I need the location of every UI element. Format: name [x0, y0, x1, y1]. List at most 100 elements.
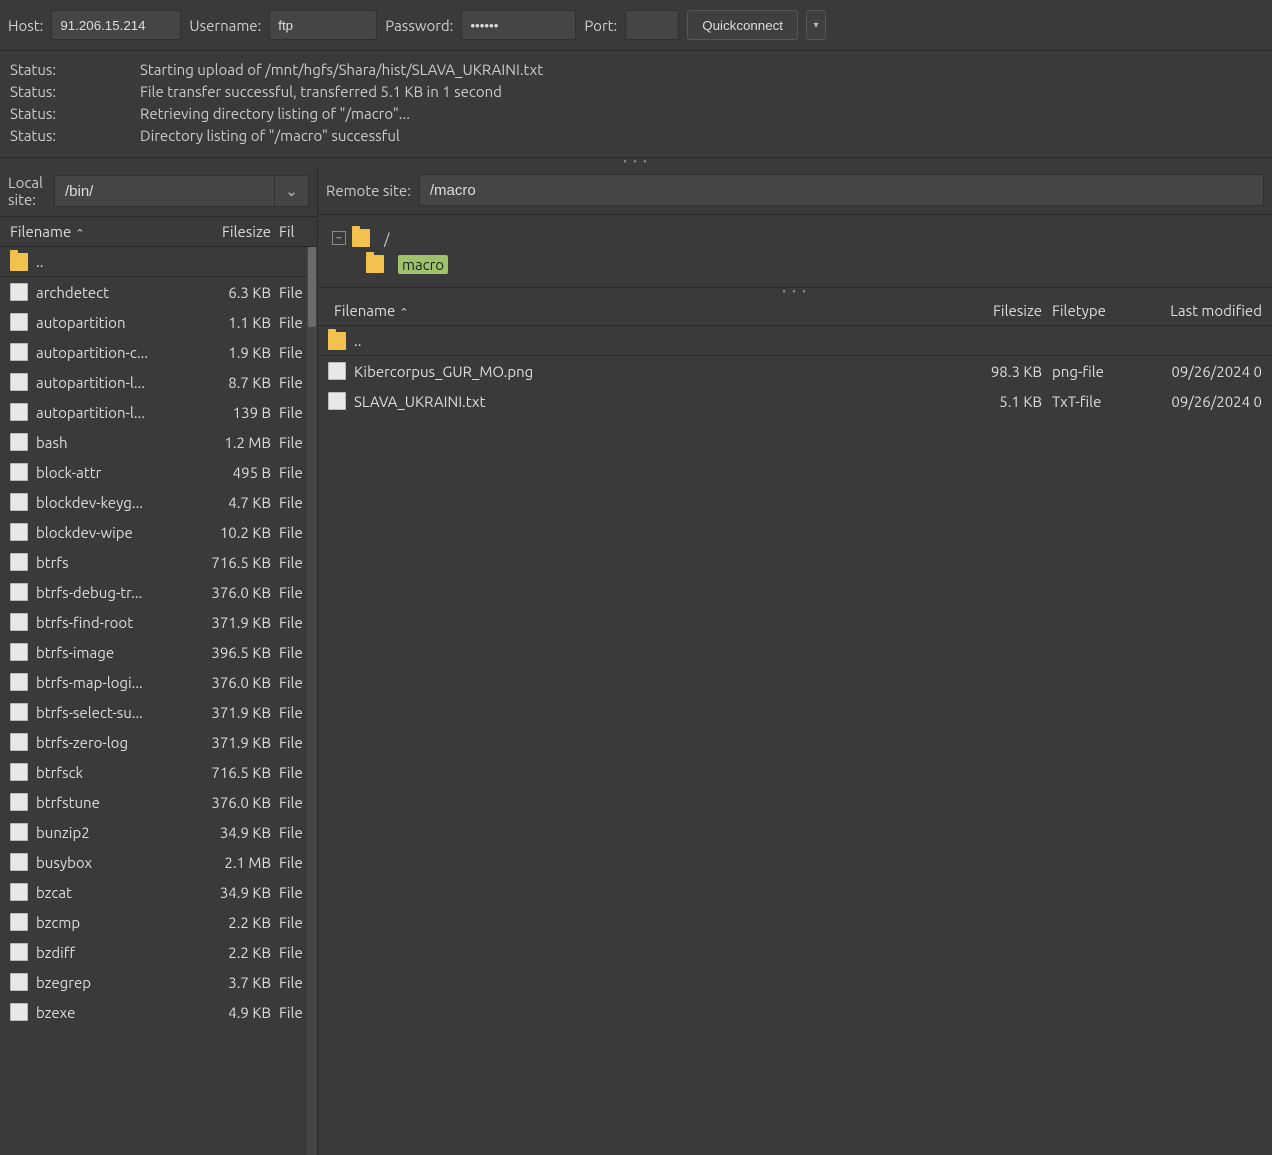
file-row[interactable]: autopartition1.1 KBFile — [0, 307, 317, 337]
tree-child-node[interactable]: macro — [332, 251, 1258, 277]
file-row[interactable]: btrfs-zero-log371.9 KBFile — [0, 727, 317, 757]
file-row[interactable]: bash1.2 MBFile — [0, 427, 317, 457]
file-name: bzdiff — [36, 944, 201, 961]
file-row[interactable]: btrfs-image396.5 KBFile — [0, 637, 317, 667]
file-row[interactable]: btrfsck716.5 KBFile — [0, 757, 317, 787]
status-row: Status:File transfer successful, transfe… — [10, 81, 1262, 103]
file-row[interactable]: bunzip234.9 KBFile — [0, 817, 317, 847]
remote-file-list[interactable]: .. Kibercorpus_GUR_MO.png98.3 KBpng-file0… — [318, 326, 1272, 1155]
file-row[interactable]: bzcat34.9 KBFile — [0, 877, 317, 907]
file-size: 371.9 KB — [201, 734, 271, 751]
file-name: .. — [36, 253, 201, 270]
folder-icon — [10, 253, 28, 271]
folder-icon — [366, 255, 384, 273]
local-site-label: Local site: — [8, 174, 46, 208]
file-row[interactable]: btrfs-select-su...371.9 KBFile — [0, 697, 317, 727]
tree-root-node[interactable]: − / — [332, 225, 1258, 251]
parent-dir-row[interactable]: .. — [318, 326, 1272, 356]
remote-header-lastmodified[interactable]: Last modified — [1142, 302, 1262, 319]
file-row[interactable]: archdetect6.3 KBFile — [0, 277, 317, 307]
remote-header-filetype[interactable]: Filetype — [1042, 302, 1142, 319]
local-path-combo[interactable]: ⌄ — [54, 175, 309, 207]
file-row[interactable]: block-attr495 BFile — [0, 457, 317, 487]
remote-directory-tree[interactable]: − / macro — [318, 215, 1272, 288]
file-name: btrfs — [36, 554, 201, 571]
file-size: 34.9 KB — [201, 824, 271, 841]
file-size: 2.2 KB — [201, 914, 271, 931]
file-icon — [10, 403, 28, 421]
file-name: .. — [354, 332, 972, 349]
file-row[interactable]: btrfs-debug-tr...376.0 KBFile — [0, 577, 317, 607]
username-input[interactable] — [269, 10, 377, 40]
local-path-input[interactable] — [55, 176, 274, 206]
file-row[interactable]: autopartition-l...8.7 KBFile — [0, 367, 317, 397]
file-icon — [10, 913, 28, 931]
local-file-list[interactable]: .. archdetect6.3 KBFileautopartition1.1 K… — [0, 247, 317, 1155]
file-row[interactable]: btrfs-find-root371.9 KBFile — [0, 607, 317, 637]
local-header-filetype[interactable]: Fil — [271, 223, 307, 240]
file-type: File — [271, 344, 307, 361]
file-type: File — [271, 914, 307, 931]
file-size: 6.3 KB — [201, 284, 271, 301]
file-row[interactable]: bzcmp2.2 KBFile — [0, 907, 317, 937]
remote-header-filename[interactable]: Filename⌃ — [328, 302, 972, 319]
file-name: bzcmp — [36, 914, 201, 931]
file-icon — [10, 733, 28, 751]
file-icon — [10, 793, 28, 811]
file-type: File — [271, 374, 307, 391]
local-header-filename[interactable]: Filename⌃ — [10, 223, 201, 240]
scrollbar-thumb[interactable] — [308, 247, 316, 327]
password-input[interactable] — [461, 10, 576, 40]
remote-path-combo[interactable] — [419, 174, 1264, 206]
file-row[interactable]: bzdiff2.2 KBFile — [0, 937, 317, 967]
scrollbar[interactable] — [307, 247, 317, 1155]
file-type: File — [271, 884, 307, 901]
local-header-filesize[interactable]: Filesize — [201, 223, 271, 240]
remote-header-filesize[interactable]: Filesize — [972, 302, 1042, 319]
status-row: Status:Retrieving directory listing of "… — [10, 103, 1262, 125]
file-row[interactable]: Kibercorpus_GUR_MO.png98.3 KBpng-file09/… — [318, 356, 1272, 386]
quickconnect-dropdown[interactable]: ▾ — [806, 10, 826, 40]
horizontal-splitter[interactable]: • • • — [0, 158, 1272, 166]
file-name: bzexe — [36, 1004, 201, 1021]
file-row[interactable]: autopartition-c...1.9 KBFile — [0, 337, 317, 367]
file-icon — [10, 973, 28, 991]
file-name: btrfs-debug-tr... — [36, 584, 201, 601]
file-type: File — [271, 644, 307, 661]
file-icon — [10, 613, 28, 631]
file-row[interactable]: blockdev-wipe10.2 KBFile — [0, 517, 317, 547]
file-row[interactable]: SLAVA_UKRAINI.txt5.1 KBTxT-file09/26/202… — [318, 386, 1272, 416]
file-size: 396.5 KB — [201, 644, 271, 661]
file-type: TxT-file — [1042, 393, 1142, 410]
file-type: File — [271, 974, 307, 991]
file-name: btrfstune — [36, 794, 201, 811]
quickconnect-button[interactable]: Quickconnect — [687, 10, 798, 40]
file-row[interactable]: btrfs-map-logi...376.0 KBFile — [0, 667, 317, 697]
file-type: File — [271, 704, 307, 721]
remote-path-input[interactable] — [420, 175, 1263, 205]
file-name: btrfs-zero-log — [36, 734, 201, 751]
file-type: File — [271, 464, 307, 481]
file-row[interactable]: bzexe4.9 KBFile — [0, 997, 317, 1027]
host-input[interactable] — [51, 10, 181, 40]
file-type: File — [271, 614, 307, 631]
file-row[interactable]: btrfs716.5 KBFile — [0, 547, 317, 577]
file-size: 1.1 KB — [201, 314, 271, 331]
parent-dir-row[interactable]: .. — [0, 247, 317, 277]
file-size: 2.1 MB — [201, 854, 271, 871]
file-modified: 09/26/2024 0 — [1142, 393, 1262, 410]
file-row[interactable]: busybox2.1 MBFile — [0, 847, 317, 877]
file-row[interactable]: blockdev-keyg...4.7 KBFile — [0, 487, 317, 517]
file-name: Kibercorpus_GUR_MO.png — [354, 363, 972, 380]
collapse-icon[interactable]: − — [332, 231, 346, 245]
remote-table-header: Filename⌃ Filesize Filetype Last modifie… — [318, 296, 1272, 326]
chevron-down-icon[interactable]: ⌄ — [274, 176, 308, 206]
file-type: File — [271, 734, 307, 751]
horizontal-splitter[interactable]: • • • — [318, 288, 1272, 296]
file-row[interactable]: autopartition-l...139 BFile — [0, 397, 317, 427]
password-label: Password: — [385, 17, 453, 34]
file-row[interactable]: bzegrep3.7 KBFile — [0, 967, 317, 997]
file-modified: 09/26/2024 0 — [1142, 363, 1262, 380]
port-input[interactable] — [625, 10, 679, 40]
file-row[interactable]: btrfstune376.0 KBFile — [0, 787, 317, 817]
